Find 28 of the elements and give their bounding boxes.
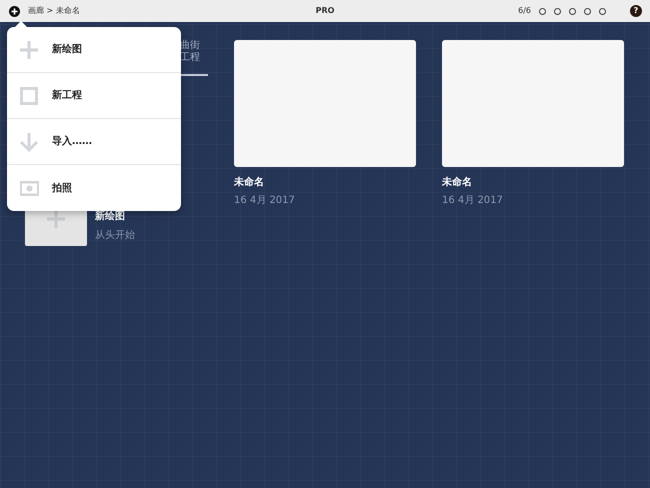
page-dot[interactable] [584, 8, 591, 14]
camera-icon [20, 180, 38, 196]
tile-subtitle: 从头开始 [95, 228, 135, 243]
tile-title: 新绘图 [95, 210, 126, 224]
breadcrumb-text[interactable]: 画廊 > 未命名 [28, 5, 80, 17]
drawing-thumbnail[interactable] [442, 40, 624, 167]
page-dot[interactable] [599, 8, 606, 14]
drawing-date: 16 4月 2017 [234, 194, 296, 208]
plus-icon [19, 40, 39, 60]
help-button[interactable]: ? [630, 5, 642, 17]
page-dot[interactable] [539, 8, 546, 14]
drawing-date: 16 4月 2017 [442, 194, 504, 208]
menu-item[interactable]: 导入…… [7, 119, 181, 165]
page-dot[interactable] [554, 8, 561, 14]
page-dot[interactable] [569, 8, 576, 14]
add-button[interactable] [9, 6, 20, 16]
menu-item[interactable]: 新工程 [7, 73, 181, 119]
menu-item[interactable]: 新绘图 [7, 27, 181, 73]
square-icon [20, 86, 38, 104]
drawing-thumbnail[interactable] [234, 40, 416, 167]
page-count: 6/6 [518, 5, 531, 17]
menu-item[interactable]: 拍照 [7, 165, 181, 211]
tab-label-text: 工程 [180, 52, 200, 64]
drawing-title: 未命名 [234, 176, 265, 190]
plus-icon [46, 209, 66, 229]
drawing-title: 未命名 [442, 176, 473, 190]
app-title: PRO [316, 6, 334, 15]
down-arrow-icon [19, 132, 39, 152]
